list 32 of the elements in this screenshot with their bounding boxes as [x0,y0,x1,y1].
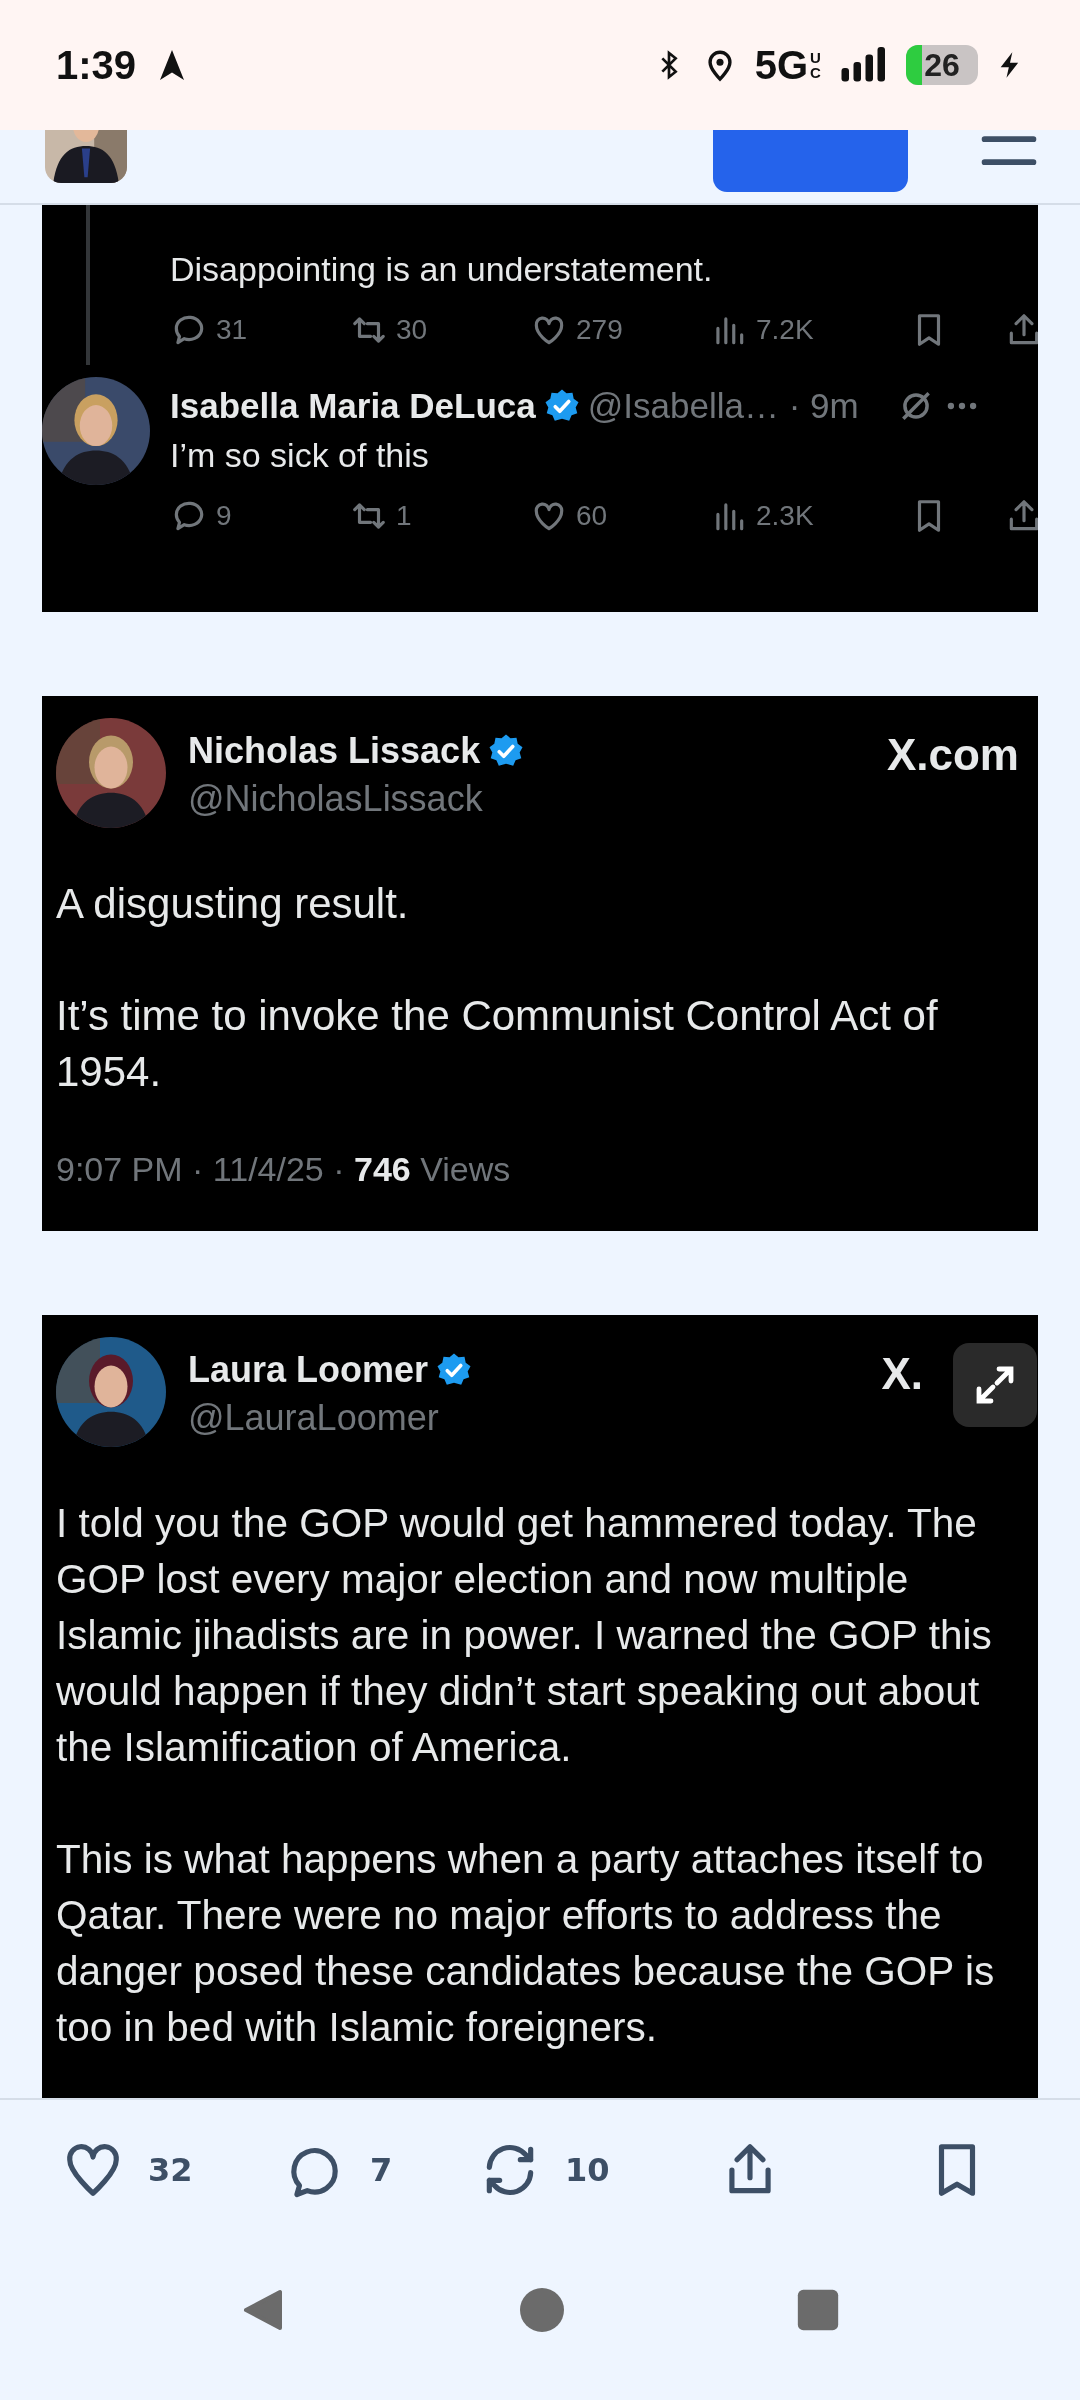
author-handle: @NicholasLissack [188,778,484,820]
author-handle: @Isabella… · 9m [587,386,859,426]
post-text: It’s time to invoke the Communist Control Act of 1954. [56,991,939,1097]
signal-icon [840,47,888,83]
author-name[interactable]: Laura Loomer [188,1349,429,1391]
status-time: 1:39 [56,42,137,88]
stat-count: 60 [576,500,608,532]
stat-count: 30 [396,314,428,346]
post-text: I’m so sick of this [170,435,430,475]
source-label[interactable]: X.com [886,730,1019,779]
source-label[interactable]: X. [881,1349,923,1398]
stat-count: 1 [396,500,412,532]
action-count: 7 [370,2151,393,2189]
post-text: A disgusting result. [56,879,410,929]
stat-count: 2.3K [756,500,814,532]
post-text: This is what happens when a party attaches itself to Qatar. There were no major efforts to address the danger posed these candidates because the GOP is too in bed with Islamic foreigners. [56,1835,996,2052]
action-count: 10 [565,2151,610,2189]
battery-icon: 26 [906,45,978,85]
author-name[interactable]: Isabella Maria DeLuca [170,386,536,426]
stat-count: 9 [216,500,232,532]
post-text: I told you the GOP would get hammered today. The GOP lost every major election and now multiple Islamic jihadists are in power. I warned the GOP this would happen if they didn’t start speaking out about the Islamification of America. [56,1499,993,1772]
action-count: 32 [148,2151,193,2189]
home-icon[interactable] [518,2286,566,2334]
post-text: Disappointing is an understatement. [170,249,714,289]
author-handle: @LauraLoomer [188,1397,440,1439]
author-name[interactable]: Nicholas Lissack [188,730,481,772]
stat-count: 7.2K [756,314,814,346]
expand-button[interactable] [953,1343,1037,1427]
stat-count: 31 [216,314,248,346]
recents-icon[interactable] [796,2288,840,2332]
post-meta: 9:07 PM · 11/4/25 · 746 Views [56,1150,512,1189]
stat-count: 279 [576,314,623,346]
